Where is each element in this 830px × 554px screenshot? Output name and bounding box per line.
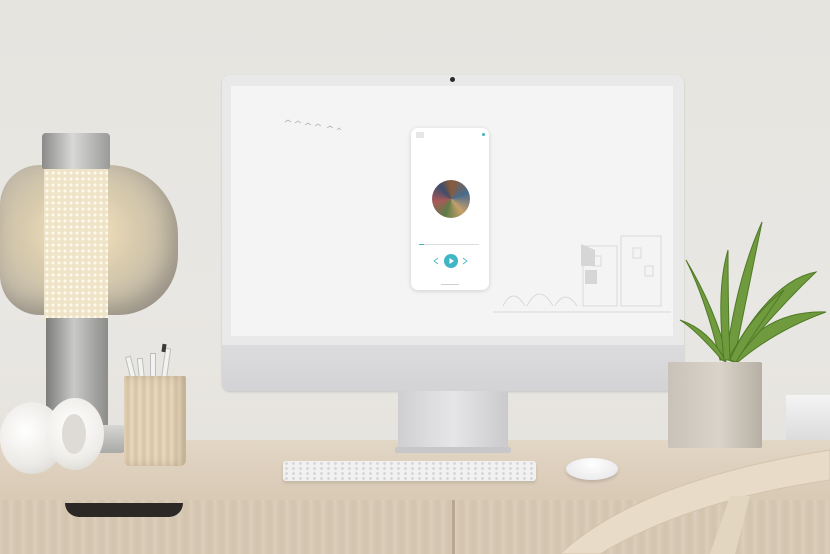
previous-icon[interactable]	[433, 257, 439, 265]
home-indicator	[441, 284, 459, 285]
play-button[interactable]	[444, 254, 458, 268]
wooden-chair	[560, 449, 830, 554]
menu-icon[interactable]	[416, 132, 424, 138]
progress-fill	[419, 244, 424, 245]
next-icon[interactable]	[462, 257, 468, 265]
play-icon	[449, 258, 454, 264]
imac-stand	[398, 391, 508, 449]
white-box	[786, 395, 830, 440]
lamp-cap	[42, 133, 110, 169]
camera-icon	[450, 77, 455, 82]
birds-illustration	[284, 119, 342, 131]
plant-leaves	[679, 221, 827, 364]
wooden-pencil-cup	[124, 376, 186, 466]
imac-chin	[222, 345, 684, 391]
drawer-divider	[452, 500, 455, 554]
progress-track[interactable]	[419, 244, 479, 245]
drawer-handle	[65, 503, 183, 517]
imac-stand-foot	[395, 447, 511, 453]
concrete-plant-pot	[668, 362, 762, 448]
keyboard	[283, 461, 536, 481]
headphone-cushion	[62, 414, 86, 454]
status-dot	[482, 133, 485, 136]
album-art	[432, 180, 470, 218]
city-sketch-illustration	[493, 235, 671, 313]
